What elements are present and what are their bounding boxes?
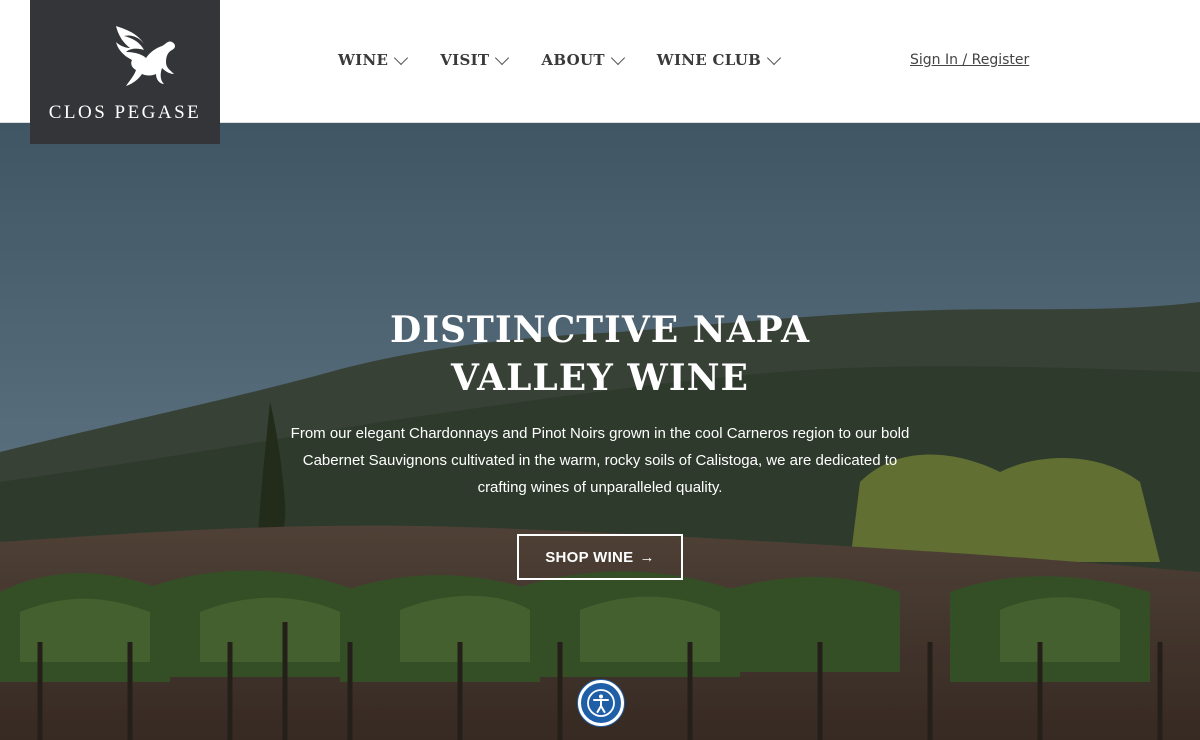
- hero-section: DISTINCTIVE NAPA VALLEY WINE From our el…: [0, 122, 1200, 740]
- chevron-down-icon: [394, 50, 409, 66]
- nav-item-visit[interactable]: VISIT: [440, 50, 510, 69]
- nav-item-label: ABOUT: [541, 51, 605, 69]
- arrow-right-icon: →: [639, 548, 655, 566]
- accessibility-button[interactable]: [578, 680, 624, 726]
- hero-title: DISTINCTIVE NAPA VALLEY WINE: [300, 306, 900, 402]
- shop-wine-label: SHOP WINE: [545, 548, 634, 566]
- nav-item-wine-club[interactable]: WINE CLUB: [656, 50, 782, 69]
- sign-in-register-link[interactable]: Sign In / Register: [910, 52, 1029, 68]
- nav-item-label: WINE: [338, 51, 389, 69]
- hero-title-line-1: DISTINCTIVE NAPA: [390, 309, 810, 351]
- nav-item-label: WINE CLUB: [656, 51, 762, 69]
- hero-description: From our elegant Chardonnays and Pinot N…: [290, 425, 910, 496]
- hero-title-line-2: VALLEY WINE: [451, 357, 749, 399]
- main-nav: WINE VISIT ABOUT WINE CLUB: [338, 48, 813, 72]
- accessibility-icon: [587, 689, 615, 717]
- pegasus-icon: [116, 26, 175, 86]
- shop-wine-button[interactable]: SHOP WINE →: [517, 534, 683, 580]
- chevron-down-icon: [610, 50, 625, 66]
- nav-item-wine[interactable]: WINE: [338, 50, 409, 69]
- chevron-down-icon: [767, 50, 782, 66]
- nav-item-about[interactable]: ABOUT: [541, 50, 625, 69]
- chevron-down-icon: [495, 50, 510, 66]
- brand-name: CLOS PEGASE: [48, 102, 202, 123]
- brand-logo[interactable]: CLOS PEGASE: [30, 0, 220, 144]
- nav-item-label: VISIT: [440, 51, 490, 69]
